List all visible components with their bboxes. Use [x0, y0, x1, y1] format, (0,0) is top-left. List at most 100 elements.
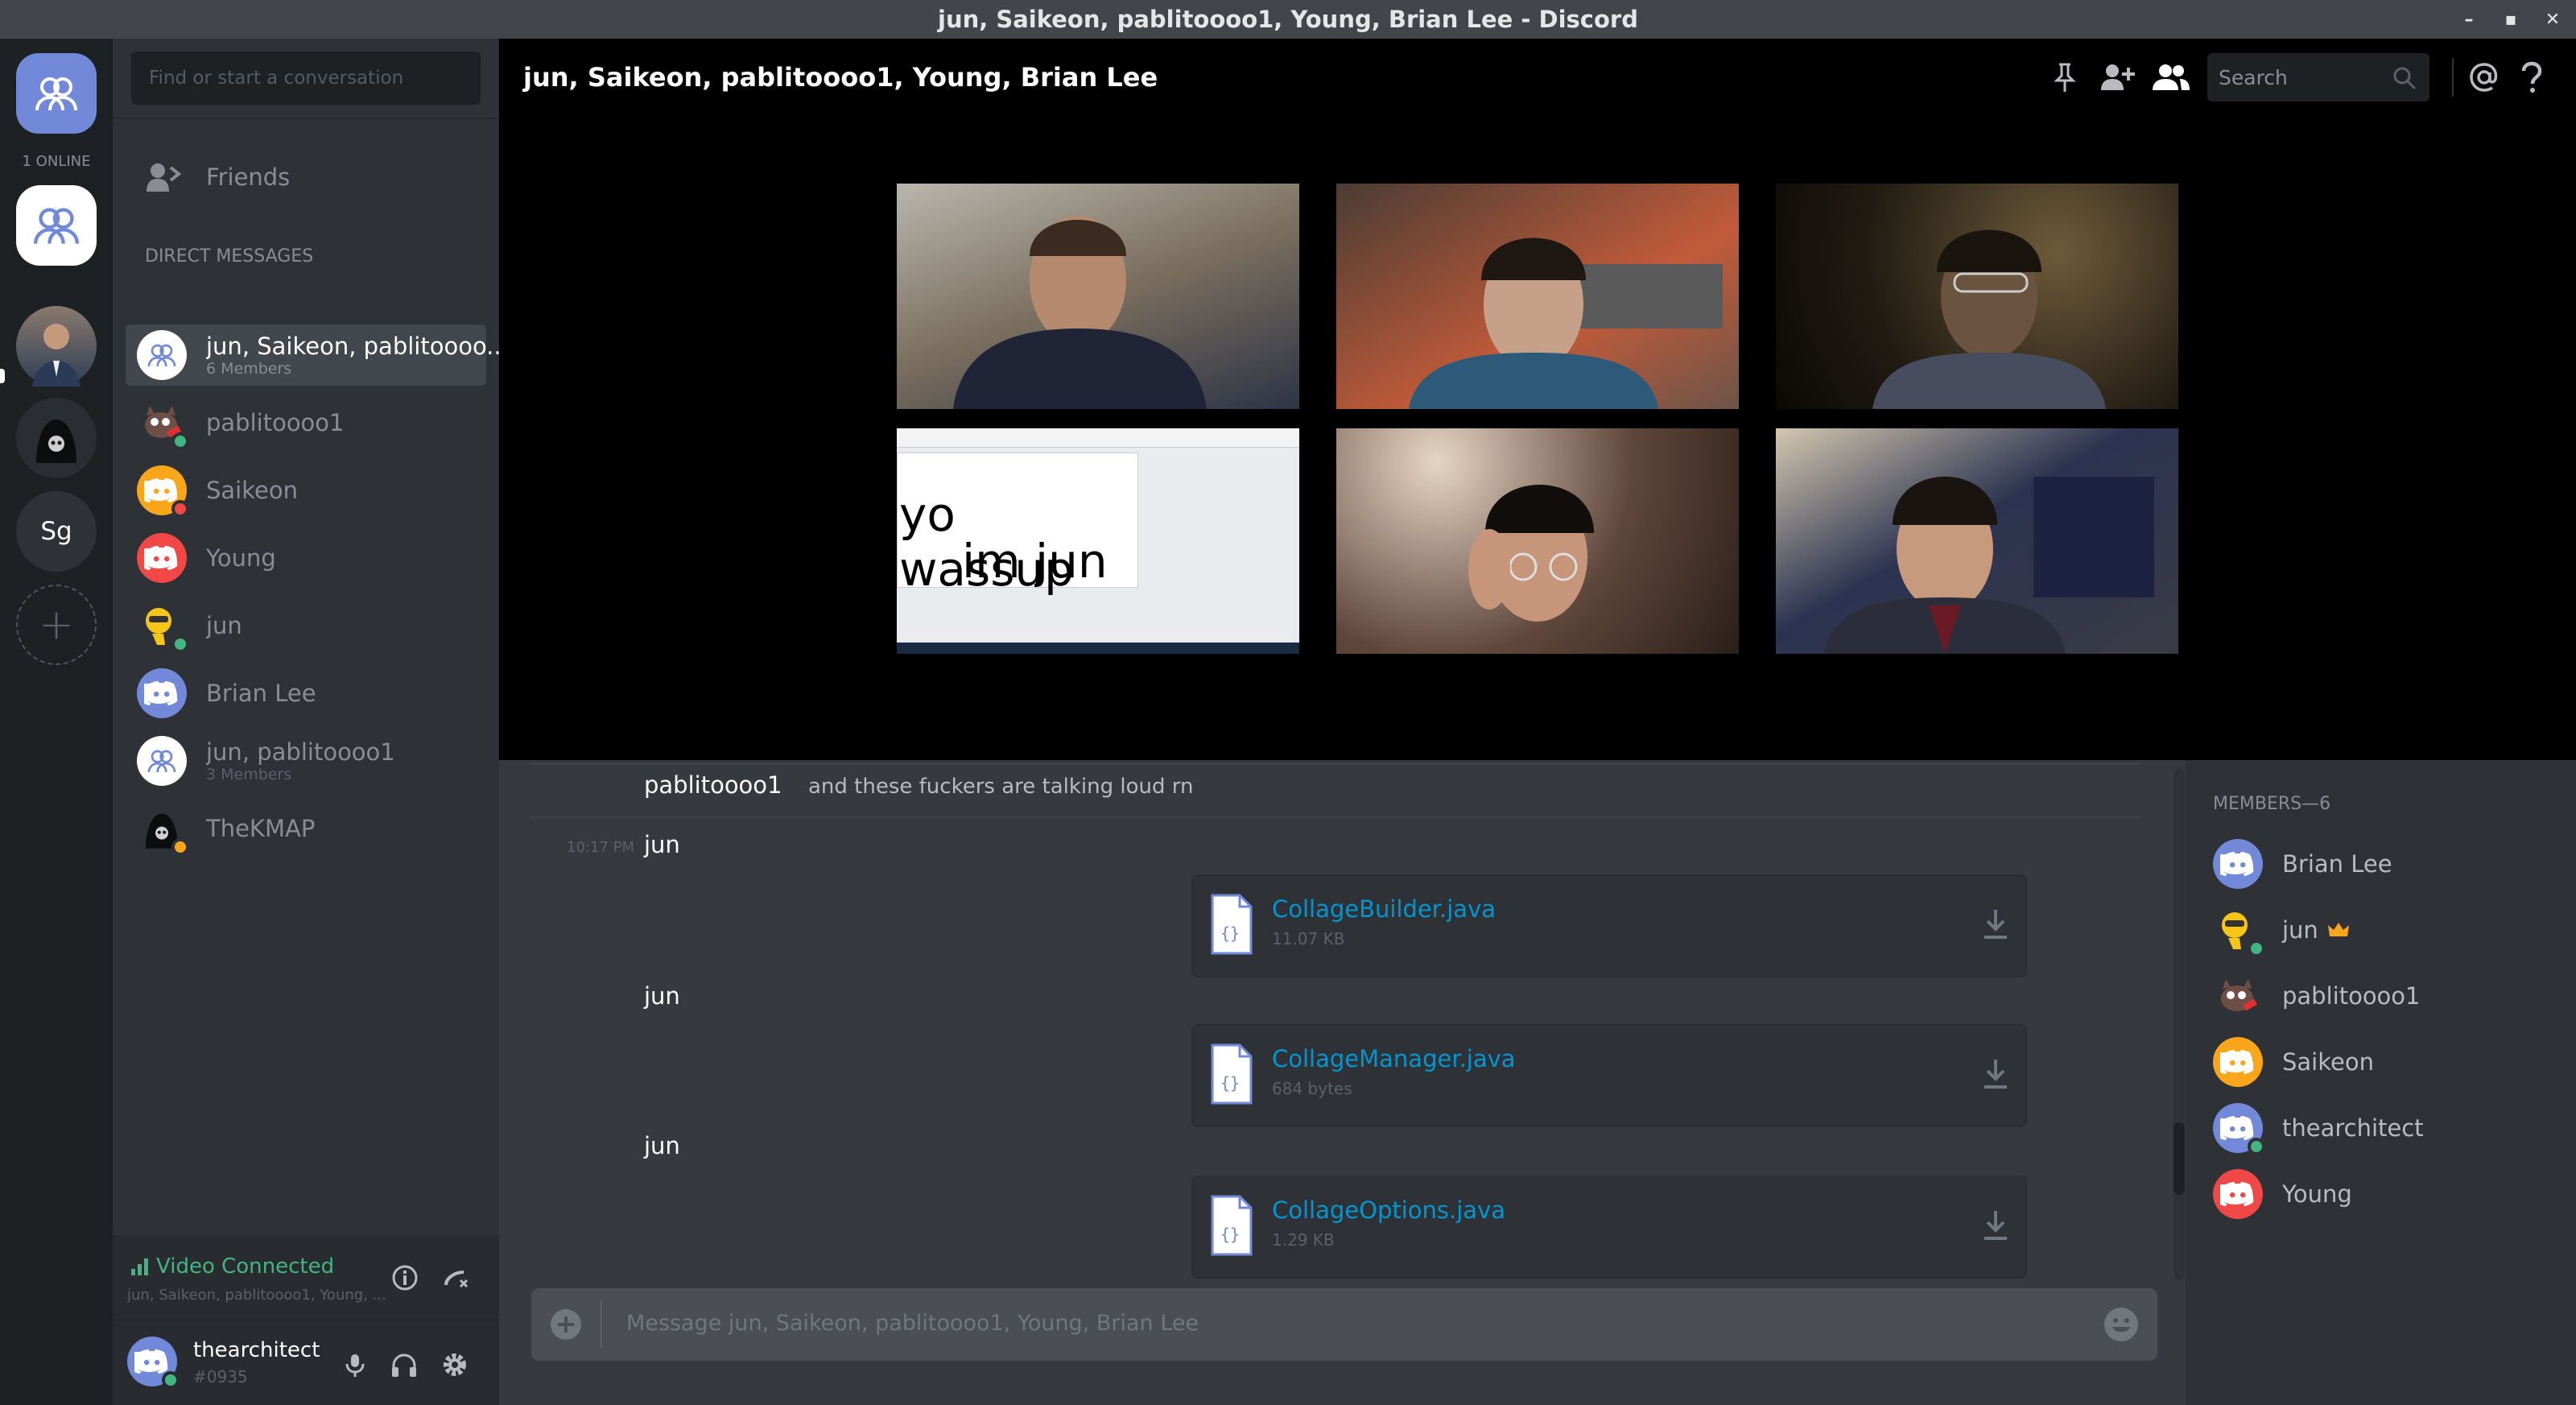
voice-channel-name: jun, Saikeon, pablitoooo1, Young, ...	[127, 1287, 386, 1304]
emoji-picker-icon[interactable]	[2103, 1306, 2140, 1343]
avatar	[137, 398, 189, 450]
status-online-indicator	[171, 432, 189, 450]
maximize-button[interactable]: ▪	[2497, 10, 2524, 30]
help-icon[interactable]	[2520, 61, 2544, 93]
dm-item-group-6[interactable]: jun, Saikeon, pablitoooo... 6 Members	[126, 324, 509, 386]
user-avatar[interactable]	[127, 1337, 180, 1389]
voice-status-panel: Video Connected jun, Saikeon, pablitoooo…	[113, 1235, 499, 1319]
file-size: 684 bytes	[1272, 1079, 1352, 1098]
group-avatar	[137, 330, 187, 380]
dm-item-jun[interactable]: jun	[126, 595, 486, 656]
minimize-button[interactable]: –	[2455, 10, 2483, 30]
dm-item-name: Young	[206, 544, 276, 572]
dm-item-saikeon[interactable]: Saikeon	[126, 460, 486, 521]
message-author[interactable]: jun	[644, 982, 680, 1010]
friends-icon	[35, 77, 77, 111]
video-tile-participant-2[interactable]	[1336, 184, 1739, 409]
paint-toolbar	[897, 428, 1299, 448]
search-input[interactable]: Search	[2207, 53, 2429, 101]
online-count: 1 ONLINE	[22, 153, 91, 170]
dm-item-name: jun	[206, 612, 242, 639]
add-server-button[interactable]: +	[16, 585, 97, 665]
divider	[530, 816, 2140, 818]
member-item-brian-lee[interactable]: Brian Lee	[2213, 836, 2392, 892]
upload-plus-icon[interactable]	[549, 1308, 583, 1341]
dm-item-thekmap[interactable]: TheKMAP	[126, 798, 486, 859]
members-list-icon[interactable]	[2151, 61, 2191, 93]
close-button[interactable]: ✕	[2539, 10, 2566, 30]
video-tile-screen-share[interactable]: yo wassup im jun	[897, 428, 1299, 654]
group-dm-server-icon[interactable]	[16, 185, 97, 266]
member-item-pablitoooo1[interactable]: pablitoooo1	[2213, 968, 2421, 1024]
message-author[interactable]: jun	[644, 831, 680, 858]
file-attachment: {} CollageBuilder.java 11.07 KB	[1191, 874, 2027, 977]
friends-wave-icon	[147, 163, 182, 192]
home-friends-button[interactable]	[16, 53, 97, 134]
search-placeholder: Search	[2219, 66, 2288, 89]
microphone-icon[interactable]	[341, 1351, 369, 1378]
member-item-jun[interactable]: jun	[2213, 902, 2349, 958]
headphones-icon[interactable]	[390, 1351, 419, 1378]
discord-logo-icon	[2220, 851, 2254, 877]
video-tile-participant-6[interactable]	[1776, 428, 2178, 654]
webcam-person-image	[1824, 477, 2154, 654]
member-item-saikeon[interactable]: Saikeon	[2213, 1034, 2374, 1090]
file-name-link[interactable]: CollageBuilder.java	[1272, 895, 1496, 923]
mention-icon[interactable]	[2468, 61, 2500, 93]
add-friend-icon[interactable]	[2099, 61, 2136, 93]
message-composer: Message jun, Saikeon, pablitoooo1, Young…	[531, 1288, 2157, 1361]
member-item-thearchitect[interactable]: thearchitect	[2213, 1100, 2424, 1156]
hooded-figure-icon	[36, 419, 76, 463]
divider	[530, 763, 2140, 765]
divider	[601, 1301, 602, 1348]
find-conversation-input[interactable]: Find or start a conversation	[131, 52, 481, 105]
video-tile-participant-5[interactable]	[1336, 428, 1739, 654]
message-author[interactable]: pablitoooo1	[644, 771, 782, 799]
divider	[113, 118, 499, 119]
file-name-link[interactable]: CollageOptions.java	[1272, 1196, 1505, 1224]
dm-item-young[interactable]: Young	[126, 527, 486, 589]
file-name-link[interactable]: CollageManager.java	[1272, 1045, 1516, 1072]
server-hacker-icon[interactable]	[16, 398, 97, 478]
friends-nav-item[interactable]: Friends	[145, 161, 290, 193]
webcam-person-image	[953, 216, 1207, 409]
channel-title: jun, Saikeon, pablitoooo1, Young, Brian …	[523, 62, 1158, 93]
chat-scrollbar-track[interactable]	[2174, 768, 2185, 1280]
file-attachment: {} CollageManager.java 684 bytes	[1191, 1024, 2027, 1127]
dm-item-brian-lee[interactable]: Brian Lee	[126, 663, 486, 724]
status-online-indicator	[2248, 1138, 2265, 1155]
message-author[interactable]: jun	[644, 1132, 680, 1159]
file-size: 1.29 KB	[1272, 1230, 1335, 1250]
status-online-indicator	[171, 635, 189, 653]
download-icon[interactable]	[1982, 908, 2009, 940]
dm-item-members: 6 Members	[206, 360, 292, 378]
status-idle-indicator	[171, 838, 189, 856]
dm-item-pablitoooo1[interactable]: pablitoooo1	[126, 392, 486, 453]
gear-icon[interactable]	[441, 1351, 469, 1378]
member-name: pablitoooo1	[2282, 982, 2421, 1010]
paint-canvas: yo wassup im jun	[897, 452, 1138, 597]
svg-text:{}: {}	[1220, 1073, 1240, 1093]
video-tile-participant-3[interactable]	[1776, 184, 2178, 409]
message-input[interactable]: Message jun, Saikeon, pablitoooo1, Young…	[626, 1311, 2059, 1336]
download-icon[interactable]	[1982, 1209, 2009, 1242]
server-avatar-photo[interactable]	[16, 306, 97, 386]
window-titlebar: jun, Saikeon, pablitoooo1, Young, Brian …	[0, 0, 2576, 39]
info-icon[interactable]	[390, 1262, 420, 1293]
member-item-young[interactable]: Young	[2213, 1166, 2352, 1222]
video-tile-participant-1[interactable]	[897, 184, 1299, 409]
chat-scrollbar-thumb[interactable]	[2174, 1122, 2185, 1195]
disconnect-call-icon[interactable]	[441, 1262, 472, 1293]
pin-icon[interactable]	[2051, 61, 2079, 93]
status-dnd-indicator	[171, 500, 189, 518]
webcam-person-image	[1872, 229, 2106, 409]
search-icon	[2393, 67, 2417, 90]
dm-item-group-3[interactable]: jun, pablitoooo1 3 Members	[126, 730, 486, 791]
member-name: Saikeon	[2282, 1048, 2374, 1076]
server-sg-icon[interactable]: Sg	[16, 491, 97, 572]
user-panel: thearchitect #0935	[113, 1319, 499, 1405]
download-icon[interactable]	[1982, 1058, 2009, 1090]
window-title: jun, Saikeon, pablitoooo1, Young, Brian …	[938, 6, 1638, 33]
guild-sidebar: 1 ONLINE Sg +	[0, 39, 113, 1405]
avatar	[137, 465, 189, 518]
